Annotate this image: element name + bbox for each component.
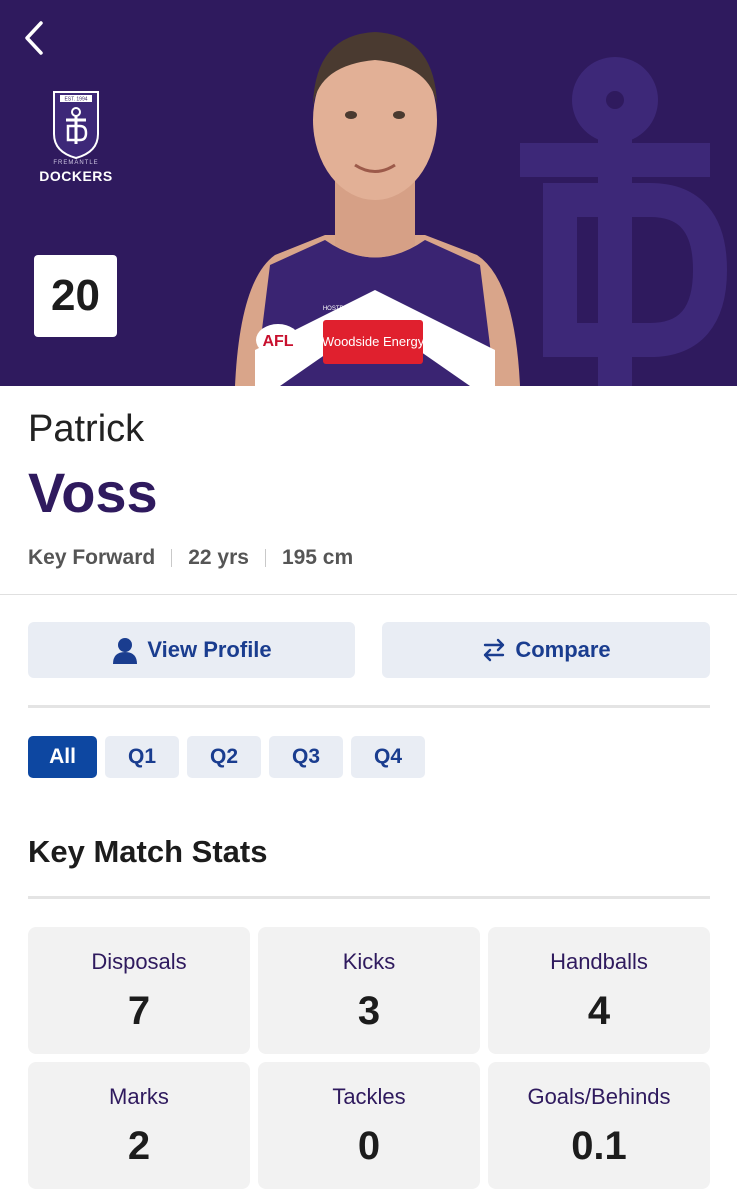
view-profile-button[interactable]: View Profile [28,622,355,678]
player-photo: AFL Woodside Energy HOSTPLUS [235,32,520,386]
period-tabs: All Q1 Q2 Q3 Q4 [28,736,425,778]
stat-value: 7 [127,989,151,1033]
swap-arrows-icon [484,638,505,662]
player-height: 195 cm [281,546,354,569]
section-divider [28,705,710,708]
stat-label: Disposals [91,949,187,974]
club-name: DOCKERS [39,168,113,184]
club-logo: EST. 1994 FREMANTLE DOCKERS [30,90,122,190]
player-first-name: Patrick [28,408,145,450]
section-divider [28,896,710,899]
tab-q2[interactable]: Q2 [187,736,261,778]
club-shield-icon: EST. 1994 [53,91,99,160]
svg-text:EST. 1994: EST. 1994 [64,97,87,103]
view-profile-label: View Profile [147,637,272,662]
compare-label: Compare [515,637,611,662]
player-hero-banner: EST. 1994 FREMANTLE DOCKERS 20 AFL Woods… [0,0,737,386]
stat-label: Marks [109,1084,169,1109]
stat-value: 0.1 [571,1124,627,1168]
stat-card-disposals: Disposals 7 [28,927,250,1054]
tab-q1[interactable]: Q1 [105,736,179,778]
svg-text:AFL: AFL [262,333,293,350]
stat-card-handballs: Handballs 4 [488,927,710,1054]
stat-value: 4 [587,989,611,1033]
club-subname: FREMANTLE [53,160,99,166]
stat-value: 2 [127,1124,151,1168]
chevron-left-icon [25,21,43,55]
stat-label: Handballs [550,949,648,974]
stat-card-tackles: Tackles 0 [258,1062,480,1189]
stat-label: Goals/Behinds [527,1084,671,1109]
svg-text:HOSTPLUS: HOSTPLUS [323,306,355,312]
player-position: Key Forward [28,546,156,569]
stat-card-kicks: Kicks 3 [258,927,480,1054]
stat-label: Kicks [342,949,396,974]
player-last-name: Voss [28,461,158,524]
tab-q3[interactable]: Q3 [269,736,343,778]
person-icon [113,638,138,664]
stat-value: 0 [357,1124,381,1168]
meta-separator [171,549,173,567]
player-age: 22 yrs [188,546,249,569]
back-button[interactable] [16,18,52,58]
stat-value: 3 [357,989,381,1033]
tab-all[interactable]: All [28,736,97,778]
stat-label: Tackles [332,1084,406,1109]
compare-button[interactable]: Compare [382,622,710,678]
tab-q4[interactable]: Q4 [351,736,425,778]
meta-separator [264,549,266,567]
section-divider [0,594,737,595]
jumper-number-badge: 20 [34,255,117,337]
stat-card-marks: Marks 2 [28,1062,250,1189]
section-title: Key Match Stats [28,834,268,869]
stat-card-goals-behinds: Goals/Behinds 0.1 [488,1062,710,1189]
svg-text:Woodside Energy: Woodside Energy [322,334,425,349]
stats-grid: Disposals 7 Kicks 3 Handballs 4 Marks 2 … [28,927,710,1189]
player-meta-row: Key Forward 22 yrs 195 cm [28,546,353,570]
